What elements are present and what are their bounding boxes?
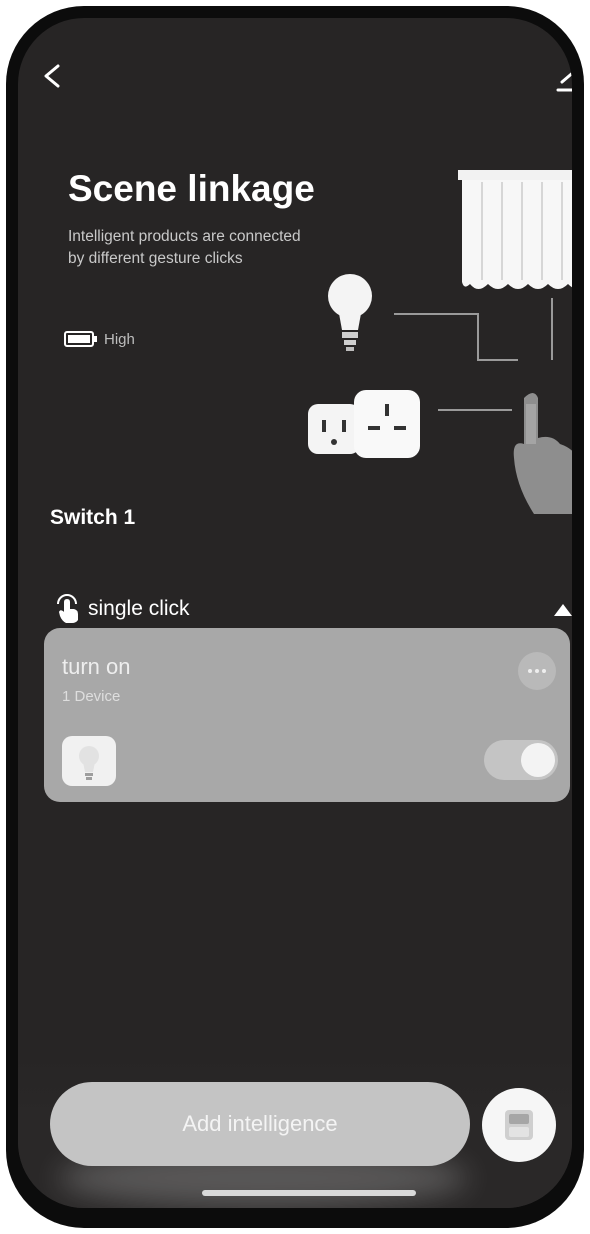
battery-status: High [64, 330, 135, 348]
bulb-icon [328, 274, 372, 351]
hand-pointer-icon [513, 393, 572, 514]
switch-panel-button[interactable] [482, 1088, 556, 1162]
switch-title: Switch 1 [50, 506, 136, 529]
enable-toggle[interactable] [484, 740, 558, 780]
connector-lines [394, 298, 553, 411]
scene-illustration [308, 170, 572, 514]
tap-gesture-icon [57, 594, 78, 623]
curtain-icon [458, 170, 572, 289]
socket-icon [308, 390, 420, 458]
action-title: turn on [62, 654, 131, 679]
device-thumbnail [62, 736, 116, 786]
edit-icon[interactable] [556, 64, 572, 94]
phone-frame: Scene linkage Intelligent products are c… [6, 6, 584, 1228]
add-intelligence-button[interactable]: Add intelligence [50, 1082, 470, 1166]
switch-panel-icon [505, 1110, 533, 1140]
home-indicator [202, 1190, 416, 1196]
page-title: Scene linkage [68, 168, 315, 209]
hero-description: Intelligent products are connected by di… [68, 228, 301, 267]
chevron-left-icon[interactable] [38, 58, 64, 94]
gesture-header[interactable]: single click [54, 594, 190, 624]
battery-icon [64, 331, 97, 347]
gesture-label: single click [88, 597, 190, 620]
toggle-knob [521, 743, 555, 777]
more-options-button[interactable] [518, 652, 556, 690]
device-count: 1 Device [62, 688, 121, 705]
app-screen: Scene linkage Intelligent products are c… [18, 18, 572, 1208]
battery-label: High [104, 330, 135, 348]
bulb-icon [79, 746, 99, 780]
action-card[interactable]: turn on 1 Device [44, 628, 570, 802]
caret-up-icon[interactable] [552, 602, 572, 618]
